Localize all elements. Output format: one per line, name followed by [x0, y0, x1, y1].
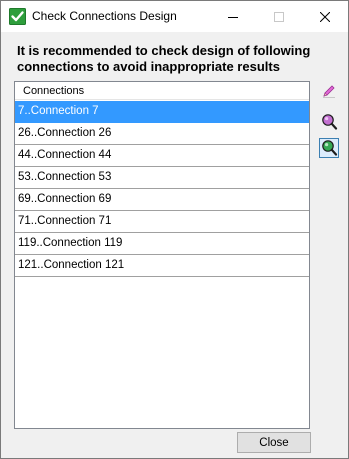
warning-heading: It is recommended to check design of fol… — [17, 43, 311, 74]
list-item-label: 26..Connection 26 — [18, 127, 112, 139]
column-header-label: Connections — [23, 85, 85, 97]
list-item[interactable]: 26..Connection 26 — [15, 123, 309, 145]
column-header-connections[interactable]: Connections — [15, 82, 309, 100]
window-title: Check Connections Design — [32, 9, 177, 23]
maximize-button[interactable] — [256, 1, 302, 32]
connections-list[interactable]: Connections 7..Connection 7 26..Connecti… — [14, 81, 310, 429]
close-button[interactable]: Close — [237, 432, 311, 453]
list-item-label: 53..Connection 53 — [18, 171, 112, 183]
list-item-label: 44..Connection 44 — [18, 149, 112, 161]
list-item-label: 7..Connection 7 — [18, 105, 99, 117]
dialog-window: Check Connections Design It is recommend… — [0, 0, 349, 459]
list-item[interactable]: 69..Connection 69 — [15, 189, 309, 211]
close-window-button[interactable] — [302, 1, 348, 32]
list-item[interactable]: 7..Connection 7 — [15, 101, 309, 123]
edit-connection-button[interactable] — [319, 81, 339, 101]
zoom-magnifier-icon — [322, 114, 338, 130]
edit-pencil-icon — [323, 85, 335, 98]
list-item-label: 71..Connection 71 — [18, 215, 112, 227]
minimize-icon — [228, 16, 238, 18]
close-icon — [320, 11, 330, 22]
list-item-label: 119..Connection 119 — [18, 237, 123, 249]
green-checkmark-icon — [9, 8, 26, 25]
zoom-to-connection-button[interactable] — [319, 112, 339, 132]
list-item[interactable]: 71..Connection 71 — [15, 211, 309, 233]
list-item-label: 121..Connection 121 — [18, 259, 125, 271]
list-item[interactable]: 44..Connection 44 — [15, 145, 309, 167]
list-item[interactable]: 53..Connection 53 — [15, 167, 309, 189]
list-item-label: 69..Connection 69 — [18, 193, 112, 205]
list-item[interactable]: 119..Connection 119 — [15, 233, 309, 255]
title-bar[interactable]: Check Connections Design — [1, 1, 348, 32]
zoom-fit-magnifier-icon — [322, 140, 338, 156]
zoom-fit-connection-button[interactable] — [319, 138, 339, 158]
maximize-icon — [274, 11, 284, 22]
list-item[interactable]: 121..Connection 121 — [15, 255, 309, 277]
minimize-button[interactable] — [210, 1, 256, 32]
